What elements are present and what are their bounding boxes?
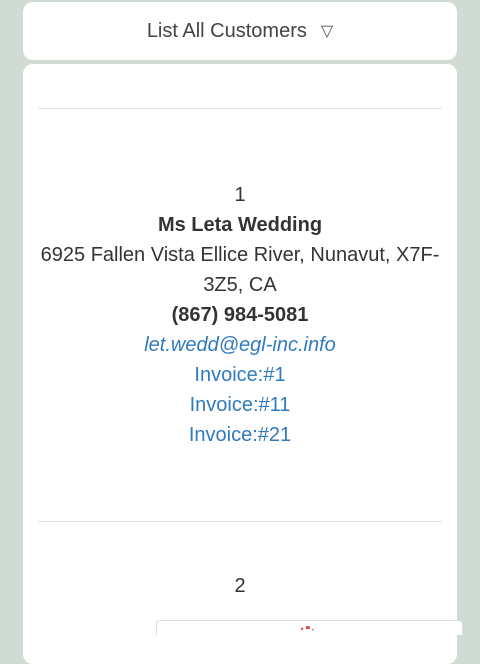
customer-list: 1 Ms Leta Wedding 6925 Fallen Vista Elli…: [23, 64, 457, 664]
dropdown-label: List All Customers: [146, 19, 307, 42]
customer-email-link[interactable]: let.wedd@egl-inc.info: [144, 334, 336, 356]
chevron-down-icon: ▽: [320, 23, 334, 40]
customer-card: 2: [23, 571, 457, 601]
customer-number: 1: [234, 184, 246, 206]
customer-address: 6925 Fallen Vista Ellice River, Nunavut,…: [40, 244, 440, 296]
invoice-link[interactable]: Invoice:#11: [23, 390, 457, 420]
customer-number: 2: [234, 575, 246, 597]
customer-card: 1 Ms Leta Wedding 6925 Fallen Vista Elli…: [23, 180, 457, 450]
customer-filter-dropdown[interactable]: List All Customers ▽: [23, 2, 457, 60]
invoice-link[interactable]: Invoice:#21: [23, 420, 457, 450]
invoice-link[interactable]: Invoice:#1: [23, 360, 457, 390]
bottom-banner: [156, 620, 463, 635]
customer-name: Ms Leta Wedding: [157, 214, 323, 236]
divider: [38, 108, 442, 109]
customer-phone: (867) 984-5081: [171, 304, 309, 326]
divider: [38, 521, 442, 522]
